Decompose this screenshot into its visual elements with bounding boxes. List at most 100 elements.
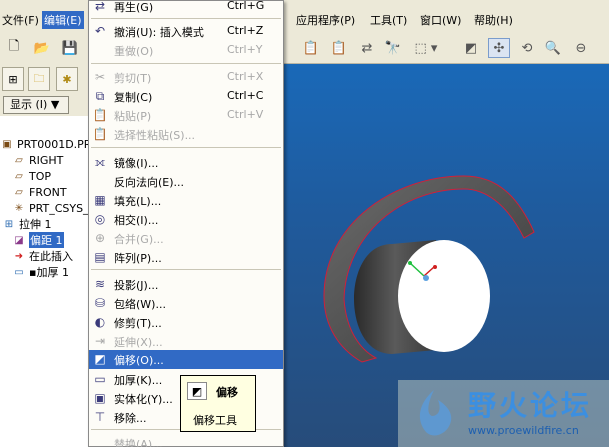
menu-item-shortcut: Ctrl+X [227,70,264,83]
find-icon[interactable]: 🔭 [382,38,404,58]
menu-item-project[interactable]: ≋ 投影(J)... [89,275,283,294]
tree-node-csys[interactable]: ✳ PRT_CSYS_I [12,200,90,216]
menu-item-label: 复制(C) [114,91,153,104]
datum-display-icon[interactable]: ◩ [460,38,482,58]
datum-plane-icon: ▱ [15,186,23,198]
menu-item-offset[interactable]: ◩ 偏移(O)... [89,350,283,369]
menu-tools[interactable]: 工具(T) [368,11,409,29]
menu-item-replace[interactable]: 替换(A)... [89,434,283,447]
menu-file[interactable]: 文件(F) [0,11,41,29]
tree-node-label: 拉伸 1 [19,218,52,231]
menu-item-label: 再生(G) [114,1,154,14]
menu-item-label: 延伸(X)... [114,336,163,349]
menu-item-label: 反向法向(E)... [114,176,185,189]
menu-item-label: 粘贴(P) [114,110,152,123]
forum-watermark: 野火论坛 www.proewildfire.cn [398,380,609,447]
menu-separator [91,63,281,64]
menu-item-flip-normal[interactable]: 反向法向(E)... [89,172,283,191]
menu-item-pattern[interactable]: ▤ 阵列(P)... [89,248,283,267]
menu-item-shortcut: Ctrl+V [227,108,264,121]
tree-node-offset[interactable]: ◪ 偏距 1 [12,232,64,248]
menu-item-label: 镜像(I)... [114,157,159,170]
menu-item-label: 偏移(O)... [114,354,164,367]
menu-item-label: 填充(L)... [114,195,162,208]
tooltip-description: 偏移工具 [193,414,237,427]
menu-item-redo[interactable]: 重做(O) Ctrl+Y [89,41,283,60]
favorites-tab-icon[interactable]: ✱ [56,67,78,91]
menu-item-merge[interactable]: ⊕ 合并(G)... [89,229,283,248]
tree-node-extrude[interactable]: ⊞ 拉伸 1 [2,216,52,232]
tree-node-right[interactable]: ▱ RIGHT [12,152,63,168]
menu-item-wrap[interactable]: ⛁ 包络(W)... [89,294,283,313]
menu-item-cut[interactable]: ✂ 剪切(T) Ctrl+X [89,68,283,87]
menu-item-mirror[interactable]: ⟗ 镜像(I)... [89,153,283,172]
intersect-icon: ◎ [94,212,106,226]
paste-icon[interactable]: 📋 [300,38,322,58]
menu-item-shortcut: Ctrl+C [227,89,264,102]
menu-item-undo[interactable]: ↶ 撤消(U): 插入模式 Ctrl+Z [89,22,283,41]
menu-item-label: 相交(I)... [114,214,159,227]
extrude-icon: ⊞ [4,218,14,230]
view-toolbar: 📋 📋 ⇄ 🔭 ⬚ ▾ ◩ ✣ ⟲ 🔍 ⊖ [284,32,609,64]
selection-filter-icon[interactable]: ⬚ ▾ [410,38,442,58]
undo-icon: ↶ [94,24,106,38]
thicken-icon: ▭ [14,266,24,278]
menu-item-trim[interactable]: ◐ 修剪(T)... [89,313,283,332]
menu-item-copy[interactable]: ⧉ 复制(C) Ctrl+C [89,87,283,106]
fill-icon: ▦ [94,193,106,207]
panel-tabs: ⊞ 🗀 ✱ [0,64,90,94]
new-file-icon[interactable]: 🗋 [4,39,24,57]
open-folder-icon[interactable]: 📂 [32,39,52,57]
menu-item-shortcut: Ctrl+Z [227,24,264,37]
regenerate-icon: ⇄ [94,0,106,13]
part-icon: ▣ [2,138,12,150]
menu-item-label: 投影(J)... [114,279,159,292]
menu-edit[interactable]: 编辑(E) [42,11,84,29]
tree-node-thicken[interactable]: ▭ ▪加厚 1 [12,264,69,280]
spin-center-icon[interactable]: ✣ [488,38,510,58]
mirror-icon: ⟗ [94,154,106,169]
copy-icon: ⧉ [95,88,105,103]
tree-node-part[interactable]: ▣ PRT0001D.PRT [0,136,90,152]
orient-icon[interactable]: ⟲ [516,38,538,58]
save-icon[interactable]: 💾 [60,39,80,57]
menu-item-extend[interactable]: ⇥ 延伸(X)... [89,332,283,351]
menu-item-label: 剪切(T) [114,72,152,85]
menu-item-label: 撤消(U): 插入模式 [114,26,204,39]
tree-node-label: TOP [29,169,52,183]
menu-item-label: 修剪(T)... [114,317,162,330]
menu-applications[interactable]: 应用程序(P) [294,11,357,29]
zoom-out-icon[interactable]: ⊖ [570,38,592,58]
tree-node-insert-here[interactable]: ➜ 在此插入 [12,248,73,264]
model-tree-panel: ⊞ 🗀 ✱ 显示 (I) ▼ ▣ PRT0001D.PRT ▱ RIGHT ▱ TOP… [0,64,90,447]
wrap-icon: ⛁ [94,296,106,310]
menu-item-paste[interactable]: 📋 粘贴(P) Ctrl+V [89,106,283,125]
regenerate-icon[interactable]: ⇄ [356,38,378,58]
menu-item-label: 替换(A)... [114,438,163,447]
show-dropdown[interactable]: 显示 (I) ▼ [3,96,69,114]
folder-browser-tab-icon[interactable]: 🗀 [28,67,50,91]
model-tree: ▣ PRT0001D.PRT ▱ RIGHT ▱ TOP ▱ FRONT ✳ PRT_CS… [0,116,90,447]
menu-window[interactable]: 窗口(W) [418,11,463,29]
menu-item-intersect[interactable]: ◎ 相交(I)... [89,210,283,229]
menu-item-label: 包络(W)... [114,298,166,311]
tree-node-top[interactable]: ▱ TOP [12,168,51,184]
flame-logo-icon [419,390,452,436]
insert-arrow-icon: ➜ [14,250,24,262]
menu-item-regenerate[interactable]: ⇄ 再生(G) Ctrl+G [89,0,283,16]
tree-node-label: 在此插入 [29,250,73,263]
cut-icon: ✂ [94,70,106,84]
menu-help[interactable]: 帮助(H) [472,11,515,29]
cylinder-cap [398,240,490,352]
paste-special-icon[interactable]: 📋 [328,38,350,58]
model-tree-tab-icon[interactable]: ⊞ [2,67,24,91]
datum-plane-icon: ▱ [15,154,23,166]
project-icon: ≋ [94,277,106,291]
zoom-in-icon[interactable]: 🔍 [542,38,564,58]
menu-item-fill[interactable]: ▦ 填充(L)... [89,191,283,210]
menu-separator [91,18,281,19]
watermark-title: 野火论坛 [468,389,593,422]
offset-icon: ◩ [94,352,106,366]
menu-item-paste-special[interactable]: 📋 选择性粘贴(S)... [89,125,283,144]
tree-node-front[interactable]: ▱ FRONT [12,184,66,200]
